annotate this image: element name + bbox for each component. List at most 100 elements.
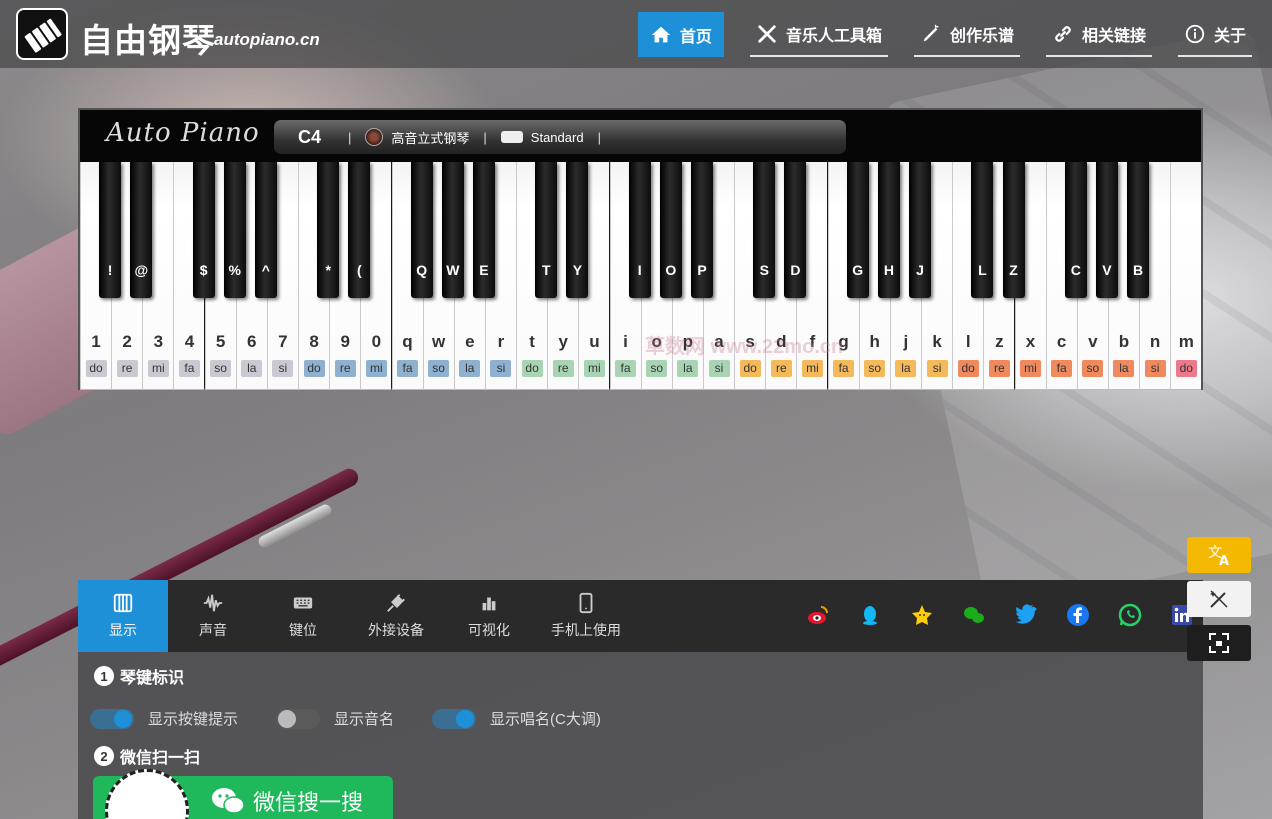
tab-mobile[interactable]: 手机上使用: [534, 580, 638, 652]
key-hint-label: v: [1088, 332, 1098, 351]
black-key[interactable]: O: [659, 162, 682, 298]
black-key[interactable]: J: [909, 162, 932, 298]
black-key[interactable]: T: [535, 162, 558, 298]
black-key[interactable]: @: [130, 162, 153, 298]
solfege-label: fa: [178, 360, 200, 377]
tab-key-mapping[interactable]: 键位: [258, 580, 348, 652]
black-key[interactable]: L: [971, 162, 994, 298]
translate-icon: 文A: [1208, 545, 1229, 567]
solfege-label: fa: [833, 360, 855, 377]
key-hint-label: C: [1070, 262, 1081, 278]
black-key[interactable]: G: [846, 162, 869, 298]
twitter-icon[interactable]: [1013, 602, 1039, 628]
wechat-icon[interactable]: [961, 602, 987, 628]
tab-external-device-label: 外接设备: [368, 622, 424, 638]
black-key[interactable]: S: [753, 162, 776, 298]
key-hint-label: Z: [1009, 262, 1018, 278]
qq-icon[interactable]: [857, 602, 883, 628]
weibo-icon[interactable]: [805, 602, 831, 628]
nav-compose[interactable]: 创作乐谱: [913, 12, 1020, 57]
settings-panel: 显示 声音 键位 外接设备 可视化 手机上使用 1 琴键标识 显示按键提示 显示…: [78, 580, 1203, 819]
whatsapp-icon[interactable]: [1117, 602, 1143, 628]
key-hint-label: u: [589, 332, 600, 351]
key-hint-label: D: [790, 262, 801, 278]
wechat-icon: [212, 788, 245, 814]
solfege-label: la: [1113, 360, 1135, 377]
white-key[interactable]: m do: [1170, 162, 1202, 390]
facebook-icon[interactable]: [1065, 602, 1091, 628]
key-hint-label: z: [995, 332, 1004, 351]
key-hint-label: l: [965, 332, 971, 351]
key-hint-label: c: [1056, 332, 1067, 351]
nav-about[interactable]: 关于: [1177, 12, 1252, 57]
nav-links[interactable]: 相关链接: [1045, 12, 1152, 57]
black-key[interactable]: D: [784, 162, 807, 298]
black-key[interactable]: H: [877, 162, 900, 298]
solfege-label: do: [739, 360, 761, 377]
toggle-label: 显示按键提示: [148, 711, 239, 728]
solfege-label: fa: [397, 360, 418, 377]
key-hint-label: P: [697, 262, 707, 278]
key-hint-label: j: [903, 332, 909, 351]
black-key[interactable]: Y: [566, 162, 589, 298]
key-hint-label: k: [932, 332, 942, 351]
black-key[interactable]: V: [1095, 162, 1118, 298]
solfege-label: si: [926, 360, 948, 377]
separator: |: [348, 129, 352, 145]
key-hint-label: a: [714, 332, 724, 351]
solfege-label: fa: [1051, 360, 1073, 377]
black-key[interactable]: B: [1127, 162, 1150, 298]
black-key[interactable]: !: [99, 162, 122, 298]
switch-on[interactable]: [90, 708, 134, 729]
solfege-label: do: [1175, 360, 1197, 377]
black-key[interactable]: %: [223, 162, 246, 298]
tab-display[interactable]: 显示: [78, 580, 168, 652]
key-hint-label: 7: [278, 332, 288, 351]
black-key[interactable]: P: [691, 162, 713, 298]
solfege-label: si: [708, 360, 730, 377]
solfege-label: la: [895, 360, 917, 377]
toggle-show-key-hints[interactable]: 显示按键提示: [90, 708, 238, 729]
theme-toggle-button[interactable]: [1187, 581, 1251, 617]
key-hint-label: y: [558, 332, 568, 351]
instrument-selector[interactable]: 高音立式钢琴: [391, 128, 469, 147]
tab-external-device[interactable]: 外接设备: [348, 580, 444, 652]
black-key[interactable]: C: [1064, 162, 1087, 298]
piano-keys-icon: [113, 593, 133, 613]
switch-off[interactable]: [276, 708, 321, 729]
black-key[interactable]: Q: [410, 162, 433, 298]
toggle-show-note-names[interactable]: 显示音名: [276, 708, 394, 729]
toggle-show-solfege[interactable]: 显示唱名(C大调): [432, 708, 601, 729]
qzone-icon[interactable]: [909, 602, 935, 628]
tab-visualization[interactable]: 可视化: [444, 580, 534, 652]
nav-home[interactable]: 首页: [637, 12, 724, 57]
switch-on[interactable]: [432, 708, 477, 729]
nav-musician-tools[interactable]: 音乐人工具箱: [749, 12, 888, 57]
key-hint-label: r: [497, 332, 505, 351]
key-hint-label: W: [446, 262, 460, 278]
mode-selector[interactable]: Standard: [531, 130, 584, 145]
site-domain: autopiano.cn: [214, 30, 320, 49]
tab-sound[interactable]: 声音: [168, 580, 258, 652]
translate-button[interactable]: 文A: [1187, 537, 1251, 573]
black-key[interactable]: Z: [1002, 162, 1025, 298]
wechat-qr-code: [105, 769, 189, 819]
black-key[interactable]: I: [628, 162, 651, 298]
separator: |: [483, 129, 487, 145]
black-key[interactable]: W: [441, 162, 464, 298]
display-toggles: 显示按键提示 显示音名 显示唱名(C大调): [90, 708, 639, 729]
solfege-label: la: [459, 360, 481, 377]
wechat-search-button[interactable]: 微信搜一搜: [93, 769, 393, 819]
black-key[interactable]: *: [317, 162, 340, 298]
site-logo[interactable]: [16, 8, 68, 60]
black-key[interactable]: E: [472, 162, 495, 298]
site-title[interactable]: 自由钢琴: [80, 14, 216, 62]
black-key[interactable]: ^: [254, 162, 277, 298]
solfege-label: si: [1144, 360, 1166, 377]
key-hint-label: t: [529, 332, 535, 351]
black-key[interactable]: $: [192, 162, 215, 298]
tab-key-mapping-label: 键位: [289, 622, 317, 638]
fullscreen-button[interactable]: [1187, 625, 1251, 661]
key-hint-label: h: [869, 332, 880, 351]
black-key[interactable]: (: [348, 162, 371, 298]
